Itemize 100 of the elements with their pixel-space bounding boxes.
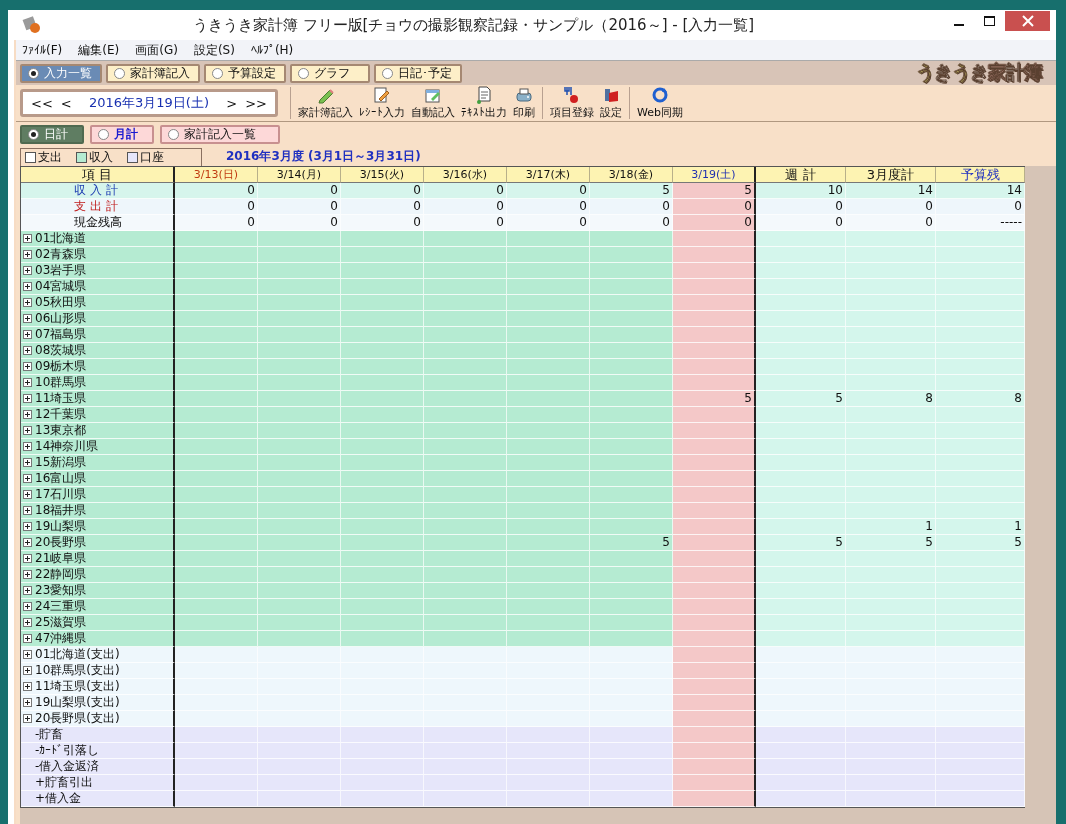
next-button[interactable]: > xyxy=(224,95,240,111)
expand-icon[interactable] xyxy=(23,506,32,515)
minimize-icon xyxy=(954,24,964,26)
toolbar-button[interactable]: 自動記入 xyxy=(408,86,458,120)
expand-icon[interactable] xyxy=(23,378,32,387)
menu-item[interactable]: 画面(G) xyxy=(135,41,178,59)
receipt-pencil-icon xyxy=(372,86,392,104)
expand-icon[interactable] xyxy=(23,362,32,371)
table-cell: 0 xyxy=(673,215,756,231)
tab[interactable]: 家計簿記入 xyxy=(106,63,200,83)
sync-icon xyxy=(650,86,670,104)
column-header[interactable]: 3/15(火) xyxy=(341,167,424,183)
close-button[interactable] xyxy=(1005,11,1050,31)
expand-icon[interactable] xyxy=(23,282,32,291)
expand-icon[interactable] xyxy=(23,522,32,531)
column-header[interactable]: 3/16(水) xyxy=(424,167,507,183)
first-button[interactable]: << xyxy=(29,95,55,111)
menu-item[interactable]: ﾍﾙﾌﾟ(H) xyxy=(250,43,294,57)
expand-icon[interactable] xyxy=(23,330,32,339)
table-cell: 8 xyxy=(846,391,936,407)
app-icon xyxy=(22,16,42,34)
expand-icon[interactable] xyxy=(23,714,32,723)
table-cell: 5 xyxy=(590,183,673,199)
expand-icon[interactable] xyxy=(23,458,32,467)
column-header[interactable]: 3/18(金) xyxy=(590,167,673,183)
close-icon xyxy=(1021,15,1034,27)
expand-icon[interactable] xyxy=(23,650,32,659)
tab[interactable]: 予算設定 xyxy=(204,63,286,83)
table-cell: 0 xyxy=(424,183,507,199)
toolbar-button[interactable]: 設定 xyxy=(597,86,625,120)
table-cell: 8 xyxy=(936,391,1025,407)
table-cell: 0 xyxy=(936,199,1025,215)
menu-item[interactable]: 設定(S) xyxy=(193,41,235,59)
expand-icon[interactable] xyxy=(23,698,32,707)
column-header[interactable]: 3/13(日) xyxy=(175,167,258,183)
table-cell: 1 xyxy=(936,519,1025,535)
expand-icon[interactable] xyxy=(23,538,32,547)
expand-icon[interactable] xyxy=(23,314,32,323)
expand-icon[interactable] xyxy=(23,602,32,611)
table-cell: 0 xyxy=(341,215,424,231)
expand-icon[interactable] xyxy=(23,234,32,243)
column-header[interactable]: 3/14(月) xyxy=(258,167,341,183)
table-cell: 5 xyxy=(756,391,846,407)
view-tab[interactable]: 日計 xyxy=(20,124,84,144)
view-tab[interactable]: 月計 xyxy=(90,124,154,144)
expand-icon[interactable] xyxy=(23,410,32,419)
expand-icon[interactable] xyxy=(23,490,32,499)
column-header[interactable]: 週 計 xyxy=(756,167,846,183)
toolbar-button[interactable]: ﾚｼｰﾄ入力 xyxy=(356,86,408,120)
expand-icon[interactable] xyxy=(23,250,32,259)
menu-item[interactable]: ﾌｧｲﾙ(F) xyxy=(22,43,63,57)
toolbar-button[interactable]: 項目登録 xyxy=(547,86,597,120)
column-header[interactable]: 3/19(土) xyxy=(673,167,756,183)
expand-icon[interactable] xyxy=(23,586,32,595)
row-label: 15新潟県 xyxy=(35,454,87,471)
row-label: 03岩手県 xyxy=(35,262,87,279)
expand-icon[interactable] xyxy=(23,426,32,435)
toolbar-button[interactable]: 家計簿記入 xyxy=(295,86,356,120)
maximize-icon xyxy=(983,16,995,26)
toolbar-button[interactable]: 印刷 xyxy=(510,86,538,120)
menu-item[interactable]: 編集(E) xyxy=(78,41,120,59)
table-cell: 0 xyxy=(258,215,341,231)
expand-icon[interactable] xyxy=(23,266,32,275)
table-cell: 5 xyxy=(936,535,1025,551)
expand-icon[interactable] xyxy=(23,554,32,563)
column-header[interactable]: 3/17(木) xyxy=(507,167,590,183)
row-label: -貯畜 xyxy=(35,726,64,743)
expand-icon[interactable] xyxy=(23,618,32,627)
expand-icon[interactable] xyxy=(23,474,32,483)
expand-icon[interactable] xyxy=(23,634,32,643)
tab[interactable]: グラフ xyxy=(290,63,370,83)
view-tab[interactable]: 家計記入一覧 xyxy=(160,124,280,144)
table-cell: 0 xyxy=(756,215,846,231)
expand-icon[interactable] xyxy=(23,442,32,451)
row-label: 01北海道 xyxy=(35,230,87,247)
expand-icon[interactable] xyxy=(23,570,32,579)
column-header[interactable]: 予算残 xyxy=(936,167,1025,183)
previous-button[interactable]: < xyxy=(58,95,74,111)
column-header[interactable]: 項 目 xyxy=(21,167,175,183)
expand-icon[interactable] xyxy=(23,394,32,403)
table-cell: 5 xyxy=(846,535,936,551)
document-icon xyxy=(474,86,494,104)
row-label: 02青森県 xyxy=(35,246,87,263)
row-label: 19山梨県(支出) xyxy=(35,694,120,711)
expand-icon[interactable] xyxy=(23,298,32,307)
row-label: 08茨城県 xyxy=(35,342,87,359)
table-cell: 0 xyxy=(175,199,258,215)
row-label: 10群馬県(支出) xyxy=(35,662,120,679)
column-header[interactable]: 3月度計 xyxy=(846,167,936,183)
expand-icon[interactable] xyxy=(23,346,32,355)
toolbar-button[interactable]: ﾃｷｽﾄ出力 xyxy=(458,86,510,120)
tab[interactable]: 日記･予定 xyxy=(374,63,462,83)
last-button[interactable]: >> xyxy=(243,95,269,111)
toolbar-button[interactable]: Web同期 xyxy=(634,86,686,120)
row-label: 21岐阜県 xyxy=(35,550,87,567)
expand-icon[interactable] xyxy=(23,682,32,691)
expand-icon[interactable] xyxy=(23,666,32,675)
row-label: 13東京都 xyxy=(35,422,87,439)
tab[interactable]: 入力一覧 xyxy=(20,63,102,83)
table-cell: 0 xyxy=(846,215,936,231)
